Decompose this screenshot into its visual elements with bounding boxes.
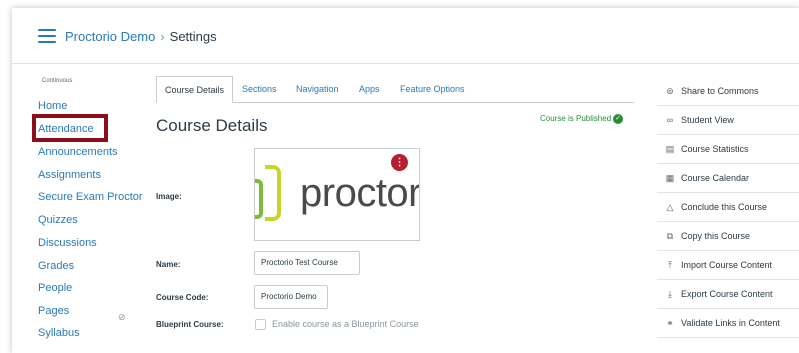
- hamburger-menu-icon[interactable]: [38, 29, 56, 43]
- nav-pages[interactable]: Pages: [38, 305, 69, 317]
- nav-people[interactable]: People: [38, 282, 72, 294]
- export-content-label: Export Course Content: [681, 289, 773, 299]
- export-content-button[interactable]: ⤓ Export Course Content: [657, 280, 799, 309]
- nav-assignments[interactable]: Assignments: [38, 169, 101, 181]
- tab-course-details[interactable]: Course Details: [156, 76, 234, 103]
- import-content-button[interactable]: ⤒ Import Course Content: [657, 251, 799, 280]
- proctorio-logo-text: proctor: [300, 171, 420, 215]
- course-statistics-label: Course Statistics: [681, 144, 749, 154]
- term-label: Continuous: [42, 78, 73, 84]
- settings-tabs: Course Details Sections Navigation Apps …: [156, 76, 634, 103]
- share-to-commons-button[interactable]: ⊚ Share to Commons: [657, 77, 799, 106]
- course-calendar-button[interactable]: ▦ Course Calendar: [657, 164, 799, 193]
- nav-announcements[interactable]: Announcements: [38, 146, 118, 158]
- course-code-label: Course Code:: [156, 293, 209, 302]
- published-status-text: Course is Published: [540, 114, 612, 124]
- course-calendar-label: Course Calendar: [681, 173, 750, 183]
- breadcrumb-course-link[interactable]: Proctorio Demo: [65, 29, 155, 44]
- share-icon: ⊚: [666, 86, 674, 96]
- attendance-highlight-box: [32, 114, 108, 142]
- blueprint-checkbox-label: Enable course as a Blueprint Course: [272, 319, 419, 329]
- course-code-input[interactable]: Proctorio Demo: [254, 285, 328, 309]
- canvas-window: Proctorio Demo › Settings Continuous Home …: [12, 8, 799, 353]
- tab-feature-options[interactable]: Feature Options: [400, 76, 465, 103]
- stats-icon: ▤: [665, 144, 675, 154]
- nav-discussions[interactable]: Discussions: [38, 237, 97, 249]
- course-image[interactable]: proctor ⋮: [254, 148, 420, 241]
- course-statistics-button[interactable]: ▤ Course Statistics: [657, 135, 799, 164]
- blueprint-label: Blueprint Course:: [156, 320, 224, 329]
- name-label: Name:: [156, 260, 181, 269]
- conclude-course-label: Conclude this Course: [681, 202, 768, 212]
- validate-links-button[interactable]: ⚭ Validate Links in Content: [657, 309, 799, 338]
- nav-grades[interactable]: Grades: [38, 260, 74, 272]
- top-header: Proctorio Demo › Settings: [12, 8, 799, 64]
- check-icon: ✓: [613, 114, 624, 124]
- conclude-course-button[interactable]: △ Conclude this Course: [657, 193, 799, 222]
- calendar-icon: ▦: [665, 173, 675, 183]
- breadcrumb-separator: ›: [160, 29, 165, 44]
- lock-icon: △: [666, 202, 674, 212]
- image-options-icon[interactable]: ⋮: [391, 154, 408, 171]
- tab-navigation[interactable]: Navigation: [296, 76, 339, 103]
- hidden-eye-icon: ⊘: [118, 312, 126, 322]
- download-icon: ⤓: [668, 289, 672, 299]
- course-name-input[interactable]: Proctorio Test Course: [254, 251, 360, 275]
- copy-icon: ⧉: [666, 231, 674, 241]
- tab-sections[interactable]: Sections: [242, 76, 277, 103]
- published-status: Course is Published ✓: [540, 114, 624, 124]
- glasses-icon: ∞: [666, 115, 674, 125]
- nav-quizzes[interactable]: Quizzes: [38, 214, 78, 226]
- validate-links-label: Validate Links in Content: [681, 318, 780, 328]
- page-title: Course Details: [156, 116, 268, 135]
- upload-icon: ⤒: [668, 260, 672, 270]
- link-icon: ⚭: [666, 318, 674, 328]
- nav-syllabus[interactable]: Syllabus: [38, 327, 80, 339]
- tab-apps[interactable]: Apps: [359, 76, 380, 103]
- breadcrumb-current: Settings: [169, 29, 217, 44]
- nav-secure-exam-proctor[interactable]: Secure Exam Proctor: [38, 191, 143, 203]
- breadcrumb: Proctorio Demo › Settings: [65, 29, 217, 44]
- copy-course-button[interactable]: ⧉ Copy this Course: [657, 222, 799, 251]
- logo-bracket-green: [255, 179, 263, 219]
- student-view-label: Student View: [681, 115, 734, 125]
- blueprint-checkbox[interactable]: [255, 319, 266, 330]
- share-to-commons-label: Share to Commons: [681, 86, 759, 96]
- logo-bracket-yellow: [265, 165, 281, 221]
- image-label: Image:: [156, 192, 182, 201]
- nav-home[interactable]: Home: [38, 100, 67, 112]
- copy-course-label: Copy this Course: [681, 231, 751, 241]
- import-content-label: Import Course Content: [681, 260, 773, 270]
- student-view-button[interactable]: ∞ Student View: [657, 106, 799, 135]
